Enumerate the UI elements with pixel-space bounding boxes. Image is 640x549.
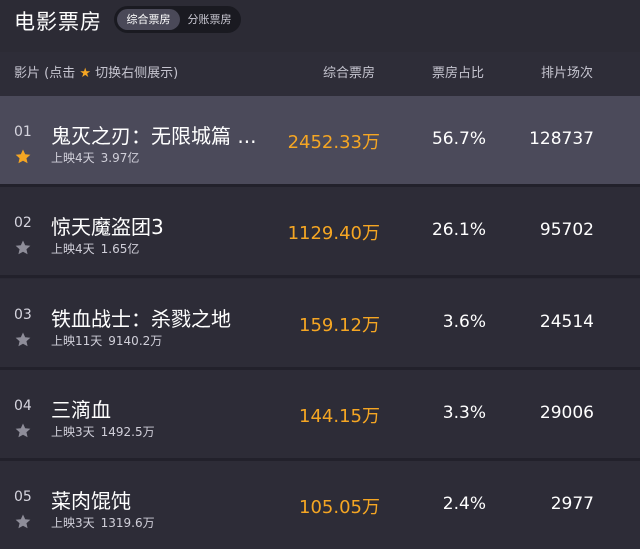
box-office-value: 159.12万: [299, 315, 380, 336]
share-value: 26.1%: [431, 220, 486, 240]
table-row[interactable]: 05 菜肉馄饨 上映3天 1319.6万 105.05万 2.4% 2977: [0, 461, 640, 549]
star-icon[interactable]: [14, 331, 32, 349]
table-row[interactable]: 04 三滴血 上映3天 1492.5万 144.15万 3.3% 29006: [0, 370, 640, 458]
star-icon[interactable]: [14, 239, 32, 257]
box-office-value: 1129.40万: [287, 223, 380, 244]
top-bar: 电影票房 综合票房 分账票房: [0, 0, 640, 52]
movie-title: 鬼灭之刃：无限城篇 ...: [51, 124, 257, 148]
box-office-value: 105.05万: [299, 497, 380, 518]
star-icon[interactable]: [14, 422, 32, 440]
table-row[interactable]: 03 铁血战士：杀戮之地 上映11天 9140.2万 159.12万 3.6% 2…: [0, 279, 640, 367]
shows-value: 95702: [539, 220, 594, 240]
shows-value: 24514: [539, 312, 594, 332]
star-icon[interactable]: [14, 513, 32, 531]
movie-subinfo: 上映11天 9140.2万: [51, 334, 163, 348]
rank-number: 05: [14, 489, 32, 505]
movie-title: 惊天魔盗团3: [51, 215, 164, 239]
tab-split-box-office[interactable]: 分账票房: [181, 9, 238, 30]
movie-title: 菜肉馄饨: [51, 489, 131, 513]
rank-number: 01: [14, 124, 32, 140]
shows-value: 29006: [539, 403, 594, 423]
share-value: 3.3%: [442, 403, 486, 423]
shows-value: 128737: [529, 129, 594, 149]
movie-subinfo: 上映4天 1.65亿: [51, 242, 140, 256]
header-share[interactable]: 票房占比: [432, 52, 484, 96]
header-shows[interactable]: 排片场次: [541, 52, 593, 96]
table-header: 影片 (点击 ★ 切换右侧展示) 综合票房 票房占比 排片场次: [0, 52, 640, 96]
header-film: 影片 (点击 ★ 切换右侧展示): [14, 66, 179, 81]
box-office-value: 144.15万: [299, 406, 380, 427]
tab-combined-box-office[interactable]: 综合票房: [117, 9, 180, 30]
box-office-value: 2452.33万: [287, 132, 380, 153]
shows-value: 2977: [550, 494, 594, 514]
movie-subinfo: 上映3天 1492.5万: [51, 425, 155, 439]
movie-title: 三滴血: [51, 398, 111, 422]
table-row[interactable]: 02 惊天魔盗团3 上映4天 1.65亿 1129.40万 26.1% 95702: [0, 187, 640, 275]
star-icon: ★: [79, 66, 92, 81]
rank-number: 02: [14, 215, 32, 231]
share-value: 2.4%: [442, 494, 486, 514]
share-value: 3.6%: [442, 312, 486, 332]
row-divider: [0, 275, 640, 278]
header-box-office[interactable]: 综合票房: [323, 52, 375, 96]
table-row[interactable]: 01 鬼灭之刃：无限城篇 ... 上映4天 3.97亿 2452.33万 56.7…: [0, 96, 640, 184]
rank-number: 03: [14, 307, 32, 323]
movie-title: 铁血战士：杀戮之地: [51, 307, 231, 331]
page-title: 电影票房: [14, 10, 102, 34]
movie-subinfo: 上映4天 3.97亿: [51, 151, 140, 165]
movie-subinfo: 上映3天 1319.6万: [51, 516, 155, 530]
box-office-type-toggle: 综合票房 分账票房: [114, 6, 241, 33]
rank-number: 04: [14, 398, 32, 414]
star-icon[interactable]: [14, 148, 32, 166]
share-value: 56.7%: [431, 129, 486, 149]
